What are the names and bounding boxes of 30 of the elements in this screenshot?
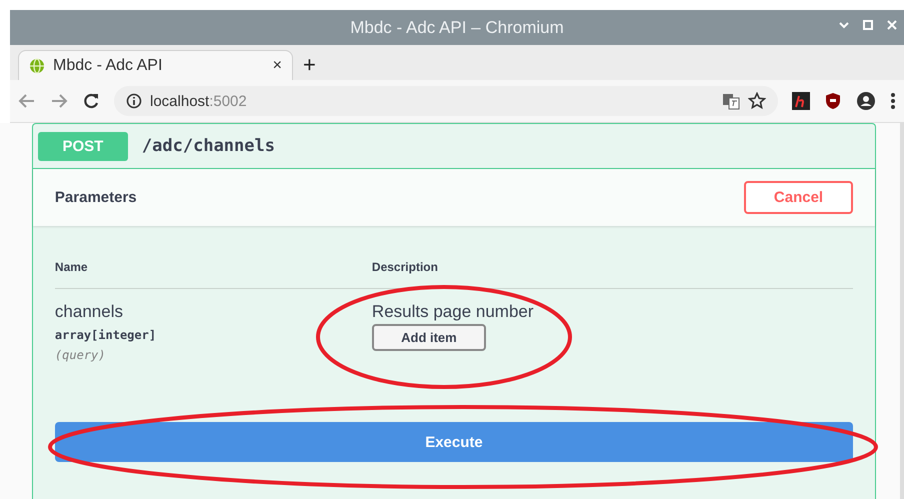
url-text: localhost:5002 — [150, 92, 247, 110]
window-title: Mbdc - Adc API – Chromium — [350, 18, 564, 38]
translate-icon[interactable] — [722, 92, 740, 110]
shield-icon[interactable] — [824, 92, 842, 110]
tab-title: Mbdc - Adc API — [53, 56, 164, 74]
globe-icon — [29, 58, 45, 74]
column-header: Description — [372, 260, 438, 274]
back-arrow-icon[interactable] — [18, 92, 36, 110]
reload-icon[interactable] — [82, 92, 100, 110]
section-title: Parameters — [54, 189, 137, 206]
star-icon[interactable] — [748, 92, 766, 110]
info-icon — [126, 93, 142, 109]
extension-icon[interactable] — [792, 92, 810, 110]
maximize-icon[interactable] — [862, 19, 874, 31]
column-header: Name — [54, 260, 89, 274]
parameter-name: channels — [54, 302, 123, 322]
new-tab-button[interactable]: + — [303, 52, 316, 80]
add-item-button[interactable]: Add item — [372, 324, 486, 351]
account-icon[interactable] — [856, 91, 876, 111]
parameter-description: Results page number — [372, 302, 534, 322]
address-bar[interactable]: localhost:5002 — [114, 86, 778, 116]
method-badge: POST — [38, 132, 128, 160]
forward-arrow-icon[interactable] — [50, 92, 68, 110]
endpoint-path: /adc/channels — [142, 136, 275, 156]
parameter-type: array[integer] — [54, 328, 156, 342]
parameter-location: (query) — [54, 348, 106, 362]
tab-close-button[interactable]: × — [272, 56, 282, 74]
menu-icon[interactable] — [890, 92, 896, 110]
close-icon[interactable] — [886, 19, 898, 31]
browser-tab[interactable]: Mbdc - Adc API × — [18, 50, 293, 80]
